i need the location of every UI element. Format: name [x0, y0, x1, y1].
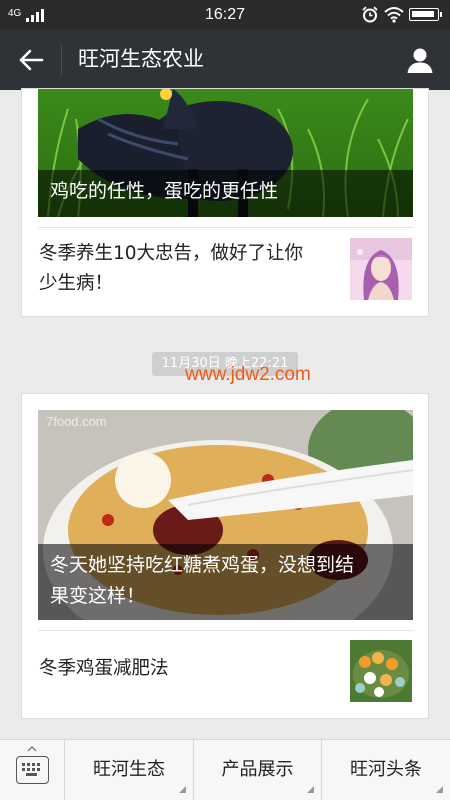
submenu-indicator-icon — [436, 786, 443, 793]
divider — [38, 630, 413, 631]
menu-tab-wanghe-ecology[interactable]: 旺河生态 — [65, 740, 194, 800]
status-bar: 4G 16:27 — [0, 0, 450, 30]
submenu-indicator-icon — [179, 786, 186, 793]
wifi-icon — [384, 7, 404, 23]
menu-tab-headlines[interactable]: 旺河头条 — [322, 740, 450, 800]
keyboard-icon — [16, 756, 49, 784]
list-item-thumbnail[interactable] — [350, 640, 412, 702]
thumbnail-image — [350, 238, 412, 300]
news-card: 鸡吃的任性，蛋吃的更任性 冬季养生10大忠告，做好了让你 少生病！ — [21, 88, 429, 317]
hero-caption: 冬天她坚持吃红糖煮鸡蛋，没想到结 果变这样！ — [38, 544, 413, 620]
news-card: 7food.com 冬天她坚持吃红糖煮鸡蛋，没想到结 果变这样！ 冬季鸡蛋减肥法 — [21, 393, 429, 719]
site-watermark: www.jdw2.com — [185, 364, 311, 385]
submenu-indicator-icon — [307, 786, 314, 793]
hero-image-watermark: 7food.com — [46, 414, 107, 429]
list-item-thumbnail[interactable] — [350, 238, 412, 300]
user-icon[interactable] — [406, 46, 434, 74]
alarm-icon — [362, 6, 378, 23]
top-nav: 旺河生态农业 — [0, 30, 450, 90]
hero-caption: 鸡吃的任性，蛋吃的更任性 — [38, 170, 413, 217]
thumbnail-image — [350, 640, 412, 702]
divider — [38, 227, 413, 228]
chevron-up-icon — [27, 746, 37, 752]
clock: 16:27 — [204, 6, 246, 23]
hero-article[interactable]: 鸡吃的任性，蛋吃的更任性 — [38, 89, 413, 217]
bottom-menu: 旺河生态 产品展示 旺河头条 — [0, 739, 450, 800]
menu-tab-products[interactable]: 产品展示 — [194, 740, 322, 800]
back-arrow-icon[interactable] — [18, 48, 44, 72]
page-title: 旺河生态农业 — [78, 47, 204, 71]
list-item-title[interactable]: 冬季养生10大忠告，做好了让你 少生病！ — [39, 239, 339, 299]
keyboard-toggle-button[interactable] — [0, 740, 65, 800]
nav-divider — [61, 45, 62, 75]
battery-icon — [409, 8, 442, 21]
hero-article[interactable]: 7food.com 冬天她坚持吃红糖煮鸡蛋，没想到结 果变这样！ — [38, 410, 413, 620]
list-item-title[interactable]: 冬季鸡蛋减肥法 — [39, 654, 169, 684]
